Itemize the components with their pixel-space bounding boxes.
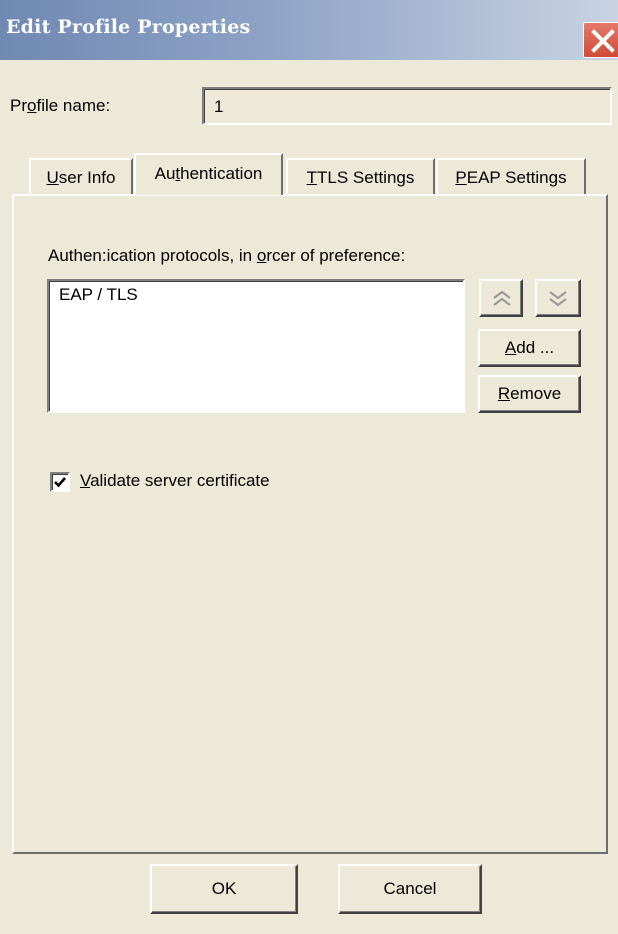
profile-name-input[interactable] <box>202 87 612 125</box>
protocols-label: Authen:ication protocols, in orcer of pr… <box>48 246 406 265</box>
window-title: Edit Profile Properties <box>6 16 251 38</box>
remove-button[interactable]: Remove <box>478 375 581 413</box>
list-item[interactable]: EAP / TLS <box>59 285 138 305</box>
move-up-button[interactable] <box>479 279 523 317</box>
tab-ttls-settings[interactable]: TTLS Settings <box>286 158 435 194</box>
close-button[interactable] <box>583 22 618 58</box>
ok-button[interactable]: OK <box>150 864 298 914</box>
add-button[interactable]: Add ... <box>478 329 581 367</box>
tab-peap-settings[interactable]: PEAP Settings <box>436 158 586 194</box>
tab-authentication[interactable]: Authentication <box>134 153 283 195</box>
title-bar: Edit Profile Properties <box>0 0 618 60</box>
profile-name-label: Profile name: <box>10 96 111 115</box>
validate-server-certificate-checkbox[interactable] <box>50 472 70 492</box>
move-down-button[interactable] <box>535 279 581 317</box>
validate-server-certificate-label[interactable]: Validate server certificate <box>80 471 270 491</box>
cancel-button[interactable]: Cancel <box>338 864 482 914</box>
tab-user-info[interactable]: User Info <box>29 158 133 194</box>
protocols-list[interactable]: EAP / TLS <box>47 279 465 413</box>
